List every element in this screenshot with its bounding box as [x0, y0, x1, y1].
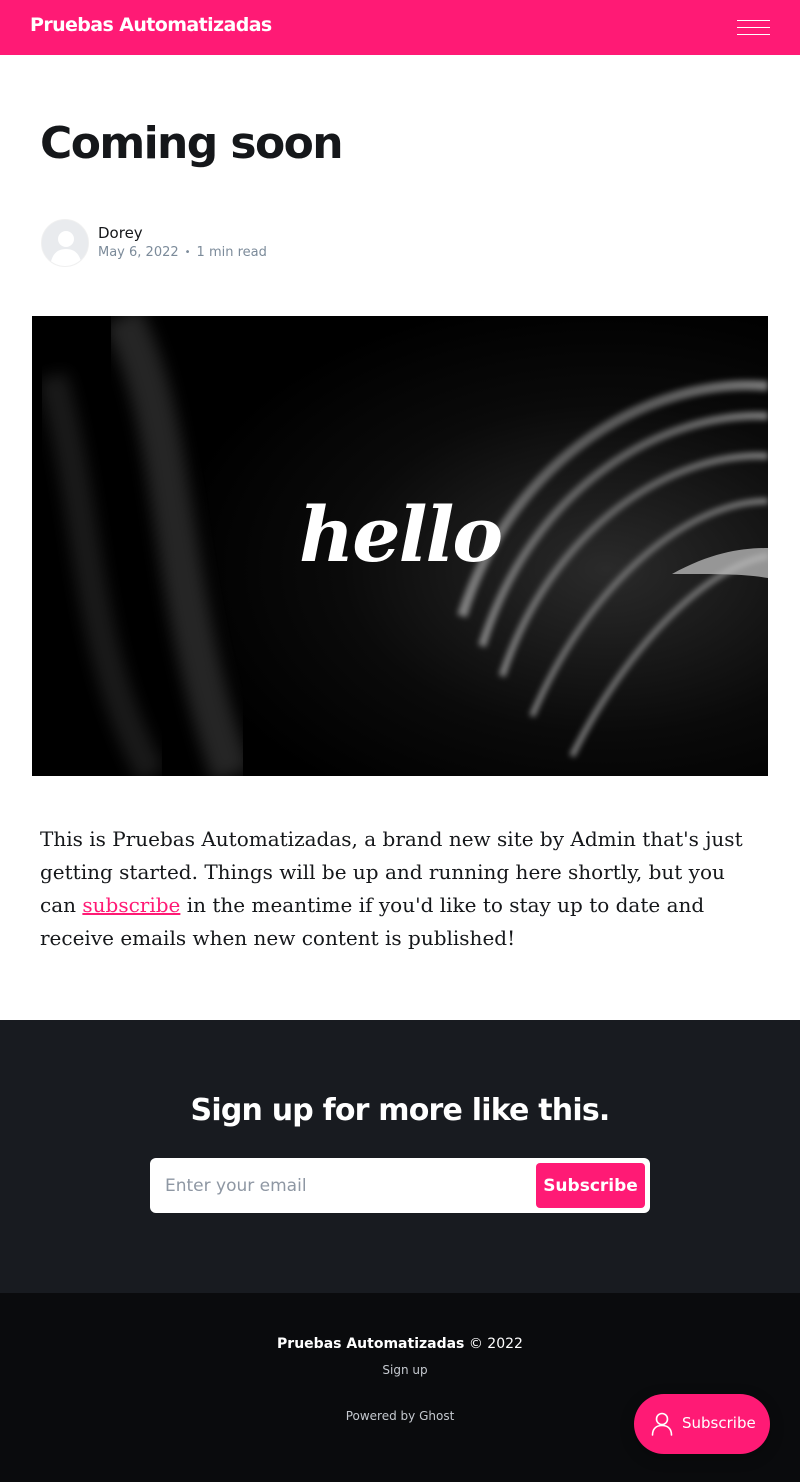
site-title-link[interactable]: Pruebas Automatizadas [30, 14, 272, 36]
footer-signup-link[interactable]: Sign up [382, 1363, 427, 1377]
user-icon [651, 1412, 673, 1436]
copyright: Pruebas Automatizadas © 2022 [0, 1336, 800, 1352]
signup-form: Subscribe [150, 1158, 650, 1213]
author-name-link[interactable]: Dorey [98, 224, 143, 242]
meta-separator: • [184, 247, 191, 258]
footer-site-link[interactable]: Pruebas Automatizadas [277, 1336, 464, 1352]
signup-title: Sign up for more like this. [190, 1093, 611, 1128]
feature-image-text: hello [298, 490, 503, 579]
powered-by-ghost-link[interactable]: Powered by Ghost [346, 1409, 455, 1423]
copyright-year: © 2022 [468, 1336, 523, 1352]
article-body: This is Pruebas Automatizadas, a brand n… [40, 823, 760, 955]
hamburger-menu-icon[interactable] [737, 20, 770, 36]
article-meta: May 6, 2022 • 1 min read [98, 245, 267, 260]
email-input[interactable] [150, 1158, 530, 1213]
publish-date: May 6, 2022 [98, 245, 179, 260]
footer-nav: Sign up [0, 1363, 800, 1377]
portal-subscribe-button[interactable]: Subscribe [634, 1394, 770, 1454]
reading-time: 1 min read [196, 245, 267, 260]
subscribe-button[interactable]: Subscribe [536, 1163, 645, 1208]
signup-section: Sign up for more like this. Subscribe [0, 1020, 800, 1293]
portal-subscribe-label: Subscribe [682, 1414, 756, 1432]
site-header: Pruebas Automatizadas [0, 0, 800, 55]
subscribe-link[interactable]: subscribe [82, 893, 180, 917]
article-title: Coming soon [40, 118, 344, 169]
author-avatar[interactable] [41, 219, 89, 267]
user-placeholder-icon [42, 220, 88, 266]
